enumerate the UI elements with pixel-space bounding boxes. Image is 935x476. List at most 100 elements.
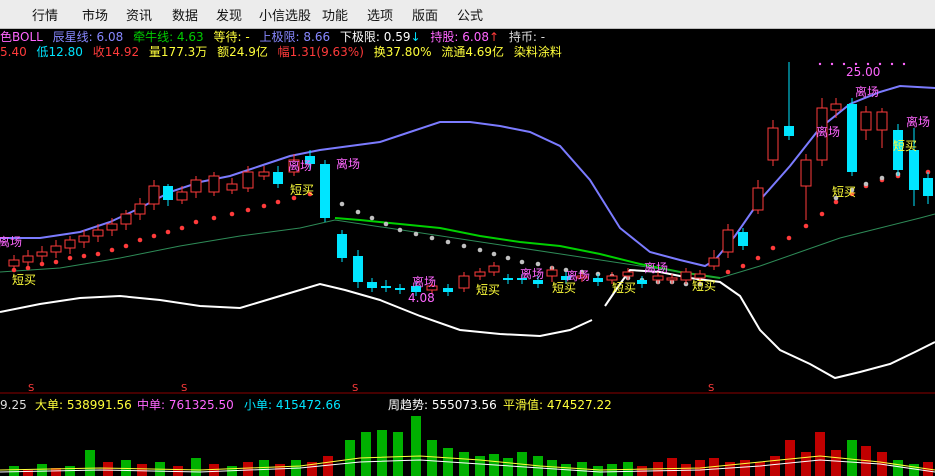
- signal-dot-red: [95, 251, 101, 257]
- signal-dot-red: [275, 199, 281, 205]
- s-marker-4: S: [708, 383, 714, 394]
- volume-bar-down: [191, 458, 201, 476]
- volume-bar-up: [815, 432, 825, 476]
- candle-body-up: [8, 259, 20, 267]
- candle-body-up: [242, 171, 254, 189]
- volume-bar-down: [427, 440, 437, 476]
- flow-prefix: 9.25: [0, 398, 27, 412]
- candle-body-down: [337, 234, 347, 258]
- volume-bar-up: [785, 440, 795, 476]
- signal-dot-red: [25, 265, 31, 271]
- candle-body-down: [738, 232, 748, 246]
- label-duanmai-2: 短买: [290, 183, 314, 197]
- signal-dot-grey: [535, 261, 541, 267]
- candle-body-up: [208, 175, 220, 193]
- candle-body-up: [120, 213, 132, 225]
- signal-dot-red: [81, 253, 87, 259]
- bollinger-bands: [0, 84, 935, 380]
- candle-body-up: [148, 185, 160, 205]
- candlesticks: [8, 62, 933, 296]
- kline-chart[interactable]: 离场 短买 离场 离场 短买 离场 短买 4.08 离场 离场 短买 离场 短买…: [0, 0, 935, 476]
- signal-dot-red: [137, 237, 143, 243]
- volume-bar-up: [801, 452, 811, 476]
- top-marker-dot: [842, 62, 846, 66]
- candle-body-up: [666, 277, 678, 281]
- candle-body-up: [226, 183, 238, 191]
- candle-body-up: [606, 275, 618, 281]
- top-marker-dot: [818, 62, 822, 66]
- signal-dot-red: [229, 211, 235, 217]
- candle-body-down: [381, 286, 391, 288]
- volume-bar-up: [103, 462, 113, 476]
- candle-body-up: [680, 271, 692, 281]
- candle-body-down: [353, 256, 363, 282]
- candle-body-down: [320, 164, 330, 218]
- signal-dot-grey: [505, 255, 511, 261]
- volume-bar-up: [725, 462, 735, 476]
- signal-dot-grey: [429, 235, 435, 241]
- signal-dot-grey: [519, 259, 525, 265]
- volume-bar-up: [740, 460, 750, 476]
- signal-dot-red: [819, 211, 825, 217]
- label-likai-10: 离场: [906, 114, 930, 129]
- label-duanmai-3: 短买: [476, 283, 500, 297]
- signal-dot-red: [53, 259, 59, 265]
- volume-bar-down: [459, 452, 469, 476]
- candle-body-up: [830, 103, 842, 111]
- candle-body-up: [546, 269, 558, 277]
- label-duanmai-7: 短买: [893, 139, 917, 153]
- signal-dot-red: [165, 229, 171, 235]
- candle-body-up: [752, 187, 764, 211]
- volume-bar-down: [377, 430, 387, 476]
- white-line-left: [0, 282, 593, 338]
- s-marker-2: S: [181, 383, 187, 394]
- s-marker-3: S: [352, 383, 358, 394]
- label-likai-8: 离场: [855, 84, 879, 99]
- volume-bar-down: [85, 450, 95, 476]
- signal-dot-grey: [355, 209, 361, 215]
- candle-body-up: [134, 203, 146, 215]
- candle-body-down: [367, 282, 377, 288]
- signal-dot-red: [211, 215, 217, 221]
- candle-body-up: [106, 223, 118, 231]
- signal-dot-grey: [369, 215, 375, 221]
- label-likai-1: 离场: [0, 234, 22, 249]
- signal-dot-grey: [413, 231, 419, 237]
- signal-dot-red: [770, 245, 776, 251]
- volume-bar-down: [361, 432, 371, 476]
- volume-bar-down: [847, 440, 857, 476]
- volume-bar-down: [503, 458, 513, 476]
- candle-body-down: [593, 278, 603, 282]
- volume-bar-down: [893, 460, 903, 476]
- candle-body-up: [474, 271, 486, 277]
- candle-body-up: [78, 235, 90, 243]
- volume-bar-down: [909, 464, 919, 476]
- candle-body-up: [190, 179, 202, 193]
- top-marker-dot: [890, 62, 894, 66]
- label-duanmai-4: 短买: [552, 281, 576, 295]
- signal-dot-red: [755, 255, 761, 261]
- label-likai-5: 离场: [520, 266, 544, 281]
- signal-dots: [11, 62, 931, 287]
- candle-body-up: [652, 275, 664, 281]
- candle-body-down: [443, 288, 453, 292]
- candle-body-up: [860, 111, 872, 131]
- label-duanmai-6: 短买: [692, 279, 716, 293]
- signal-dot-red: [67, 255, 73, 261]
- volume-bar-down: [593, 466, 603, 476]
- candle-body-up: [36, 251, 48, 257]
- label-likai-9: 离场: [816, 124, 840, 139]
- candle-body-down: [503, 278, 513, 280]
- volume-bar-up: [831, 450, 841, 476]
- label-likai-3: 离场: [336, 156, 360, 171]
- signal-dot-red: [833, 199, 839, 205]
- flow-zhouqushi: 周趋势: 555073.56: [388, 398, 497, 412]
- signal-dot-grey: [445, 239, 451, 245]
- candle-body-down: [909, 150, 919, 190]
- candle-body-up: [622, 271, 634, 277]
- signal-dot-red: [123, 243, 129, 249]
- candle-body-down: [163, 186, 173, 200]
- volume-bar-up: [667, 458, 677, 476]
- signal-dot-grey: [879, 175, 885, 181]
- signal-dot-grey: [339, 201, 345, 207]
